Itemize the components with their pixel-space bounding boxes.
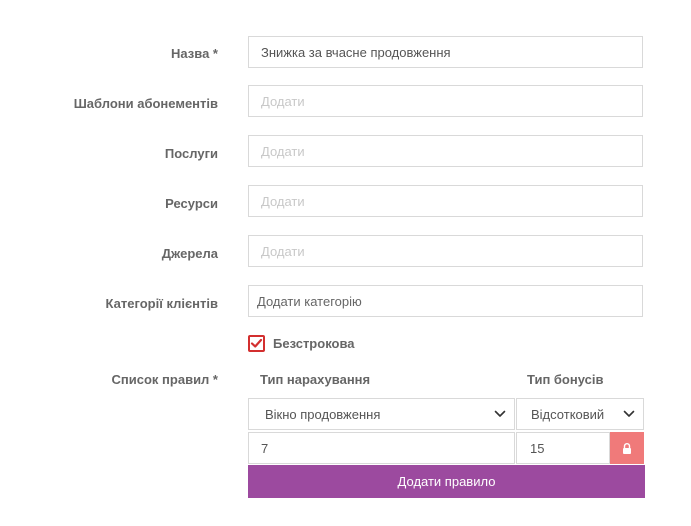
unlimited-checkbox[interactable] (248, 335, 265, 352)
lock-icon (623, 442, 631, 454)
sources-field-wrap (248, 235, 643, 267)
client-categories-field-wrap (248, 285, 643, 317)
bonus-type-value: Відсотковий (531, 406, 605, 422)
services-input[interactable] (261, 136, 630, 166)
bonus-value-input[interactable]: 15 (516, 432, 610, 464)
resources-field-wrap (248, 185, 643, 217)
accrual-value: 7 (261, 440, 269, 456)
templates-field-wrap (248, 85, 643, 117)
bonus-value: 15 (530, 440, 545, 456)
name-label: Назва * (171, 46, 218, 61)
client-categories-input[interactable] (257, 286, 630, 316)
bonus-type-select[interactable]: Відсотковий (516, 398, 644, 430)
checkmark-icon (250, 338, 263, 348)
chevron-down-icon (494, 410, 506, 417)
client-categories-label: Категорії клієнтів (105, 296, 218, 311)
resources-label: Ресурси (165, 196, 218, 211)
resources-input[interactable] (261, 186, 630, 216)
accrual-value-input[interactable]: 7 (248, 432, 515, 464)
sources-label: Джерела (161, 246, 218, 261)
name-input[interactable] (261, 37, 630, 67)
unlimited-label: Безстрокова (273, 336, 355, 351)
accrual-type-header: Тип нарахування (260, 372, 371, 387)
name-field-wrap (248, 36, 643, 68)
accrual-type-select[interactable]: Вікно продовження (248, 398, 515, 430)
sources-input[interactable] (261, 236, 630, 266)
lock-button[interactable] (610, 432, 644, 464)
bonus-type-header: Тип бонусів (527, 372, 604, 387)
services-label: Послуги (164, 146, 218, 161)
chevron-down-icon (623, 410, 635, 417)
add-rule-button[interactable]: Додати правило (248, 465, 645, 498)
rules-label: Список правил * (111, 372, 218, 387)
accrual-type-value: Вікно продовження (265, 406, 381, 422)
templates-label: Шаблони абонементів (73, 96, 218, 111)
services-field-wrap (248, 135, 643, 167)
unlimited-checkbox-row[interactable]: Безстрокова (248, 335, 355, 352)
templates-input[interactable] (261, 86, 630, 116)
